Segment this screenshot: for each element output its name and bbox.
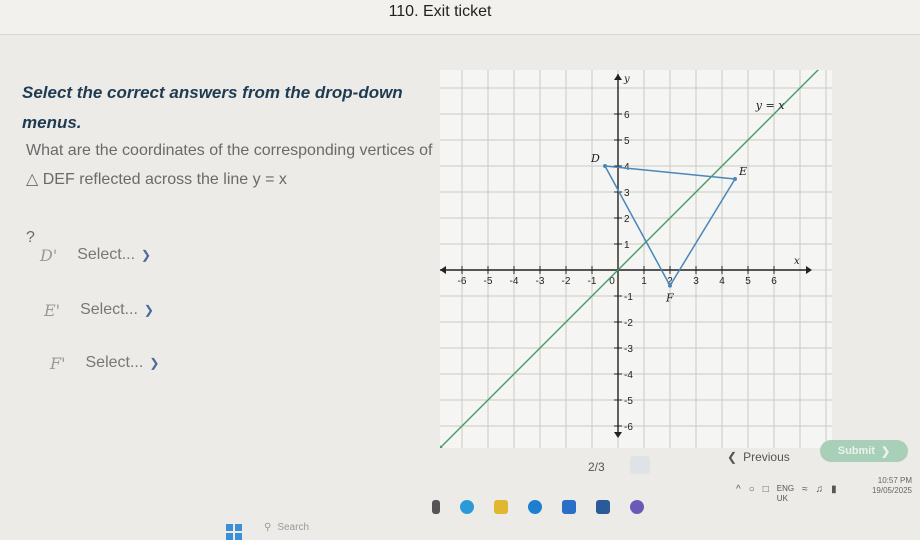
submit-label: Submit [837, 445, 876, 457]
app-icon[interactable] [596, 500, 610, 514]
taskbar-search[interactable]: ⚲ Search [264, 522, 309, 533]
x-axis-label: x [794, 256, 800, 267]
chevron-right-icon: ❯ [881, 445, 891, 458]
line-label: y = x [755, 99, 785, 112]
y-axis-arrow [614, 74, 622, 80]
vertex-f [668, 283, 672, 288]
previous-label: Previous [743, 450, 790, 464]
app-icon[interactable] [630, 500, 644, 514]
taskbar-apps [432, 500, 644, 514]
answer-label-e: E' [44, 300, 61, 320]
instruction-text: Select the correct answers from the drop… [22, 83, 403, 132]
y-tick-label: 3 [624, 188, 630, 199]
vertex-label-f: F [665, 292, 674, 305]
chevron-down-icon: ❯ [149, 356, 160, 370]
x-tick-label: 4 [719, 276, 725, 287]
question-text: What are the coordinates of the correspo… [26, 136, 446, 252]
select-e-prime[interactable]: Select... ❯ [74, 297, 160, 323]
x-tick-label: -2 [562, 276, 571, 287]
tray-icon[interactable]: □ [763, 484, 769, 504]
lang-line-2: UK [776, 494, 788, 503]
page-title: 110. Exit ticket [388, 3, 492, 20]
chevron-up-icon[interactable]: ^ [736, 484, 741, 504]
x-tick-label: 5 [745, 276, 751, 287]
vertex-label-e: E [738, 165, 747, 178]
x-axis-arrow [806, 266, 812, 274]
chevron-down-icon: ❯ [143, 303, 154, 317]
x-tick-label: -4 [510, 276, 519, 287]
x-tick-label: -3 [536, 276, 545, 287]
answer-label-d: D' [40, 245, 58, 265]
windows-start-icon[interactable] [226, 524, 242, 540]
vertex-label-d: D [590, 152, 600, 165]
line-y-equals-x [440, 70, 819, 448]
select-f-text: Select... [85, 354, 144, 371]
y-tick-label: 5 [624, 136, 630, 147]
app-icon[interactable] [494, 500, 508, 514]
chevron-left-icon: ❮ [727, 450, 738, 464]
answer-row-f: F' Select... ❯ [50, 350, 165, 376]
y-tick-label: -5 [624, 396, 633, 407]
page-thumbnail[interactable] [630, 456, 650, 474]
x-tick-label: 3 [693, 276, 699, 287]
question-mark: ? [26, 229, 35, 246]
select-d-prime[interactable]: Select... ❯ [71, 242, 157, 268]
language-indicator[interactable]: ENG UK [777, 484, 794, 504]
x-tick-label: -1 [588, 276, 597, 287]
coordinate-graph: -6 -5 -4 -3 -2 -1 0 1 2 3 4 5 6123456-1-2-3-4-5-6xyy… [440, 70, 832, 448]
select-d-text: Select... [77, 246, 136, 263]
x-tick-label: 6 [771, 276, 777, 287]
date: 19/05/2025 [871, 486, 912, 495]
y-tick-label: -3 [624, 344, 633, 355]
y-tick-label: -4 [624, 370, 633, 381]
wifi-icon[interactable]: ≈ [802, 484, 808, 504]
y-axis-label: y [623, 74, 630, 85]
question-body: What are the coordinates of the correspo… [26, 142, 433, 188]
clock[interactable]: 10:57 PM 19/05/2025 [872, 476, 912, 496]
x-tick-label: -5 [484, 276, 493, 287]
vertex-d [603, 164, 607, 168]
top-bar: 110. Exit ticket [0, 0, 920, 35]
y-tick-label: 1 [624, 240, 630, 251]
answer-row-d: D' Select... ❯ [40, 242, 157, 268]
x-axis-arrow-left [440, 266, 446, 274]
time: 10:57 PM [877, 476, 912, 485]
select-e-text: Select... [80, 301, 138, 318]
battery-icon[interactable]: ▮ [831, 484, 837, 504]
search-label: Search [277, 522, 310, 533]
submit-button[interactable]: Submit ❯ [820, 440, 908, 462]
y-tick-label: 2 [624, 214, 630, 225]
volume-icon[interactable]: ♫ [816, 484, 824, 504]
app-icon[interactable] [562, 500, 576, 514]
system-tray: ^ ○ □ ENG UK ≈ ♫ ▮ [736, 484, 837, 504]
y-axis-arrow-down [614, 432, 622, 438]
app-icon[interactable] [432, 500, 440, 514]
x-tick-label: 1 [641, 276, 647, 287]
page-indicator: 2/3 [588, 460, 605, 474]
app-icon[interactable] [528, 500, 542, 514]
answer-row-e: E' Select... ❯ [44, 297, 160, 323]
select-f-prime[interactable]: Select... ❯ [80, 350, 166, 376]
y-tick-label: -6 [624, 422, 633, 433]
y-tick-label: 6 [624, 110, 630, 121]
previous-button[interactable]: ❮ Previous [727, 450, 790, 464]
vertex-e [733, 177, 737, 181]
y-tick-label: -1 [624, 292, 633, 303]
answer-label-f: F' [50, 353, 66, 373]
search-icon: ⚲ [264, 522, 272, 533]
tray-icon[interactable]: ○ [749, 484, 755, 504]
x-tick-label: -6 [458, 276, 467, 287]
y-tick-label: -2 [624, 318, 633, 329]
chevron-down-icon: ❯ [141, 248, 152, 262]
lang-line-1: ENG [776, 484, 795, 493]
app-icon[interactable] [460, 500, 474, 514]
